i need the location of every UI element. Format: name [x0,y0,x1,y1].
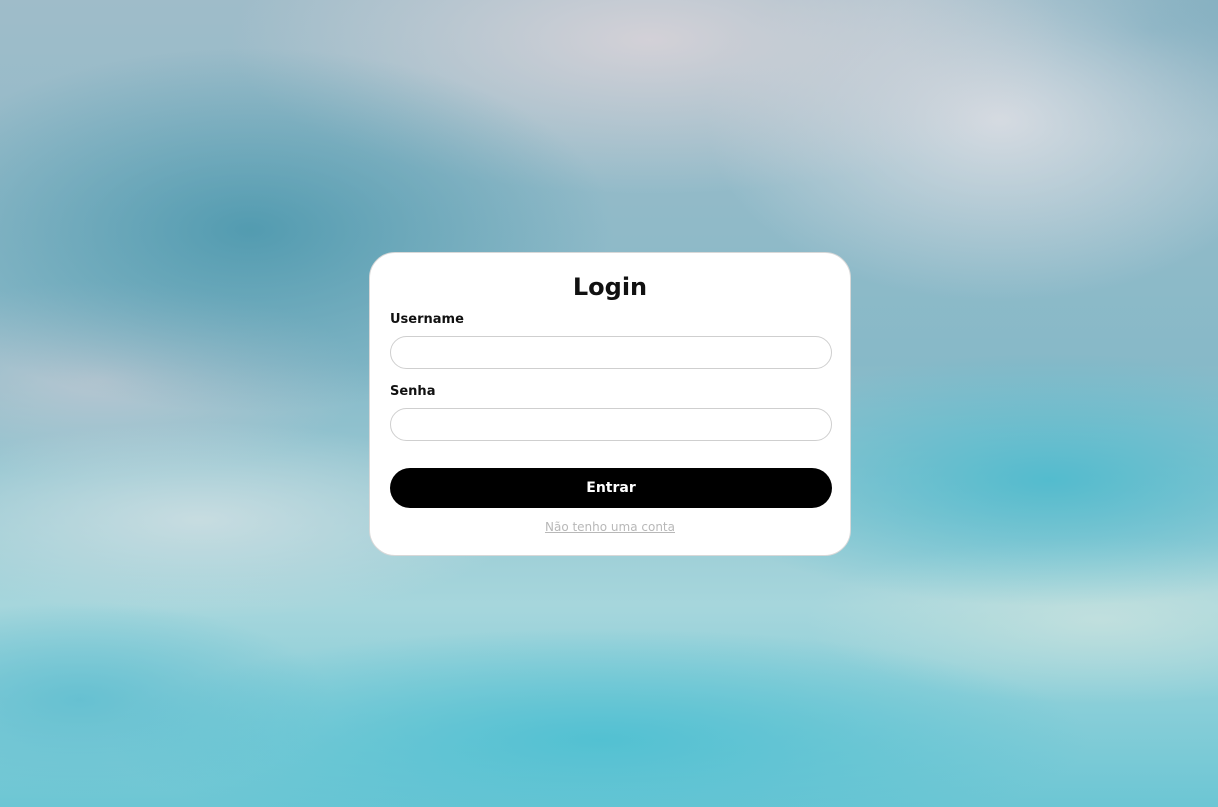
username-input[interactable] [390,336,832,369]
page-title: Login [572,273,648,301]
password-input[interactable] [390,408,832,441]
login-card: Login Username Senha Entrar Não tenho um… [369,252,851,556]
signup-link[interactable]: Não tenho uma conta [390,520,830,534]
login-button[interactable]: Entrar [390,468,832,508]
password-label: Senha [390,384,436,399]
username-label: Username [390,312,464,327]
